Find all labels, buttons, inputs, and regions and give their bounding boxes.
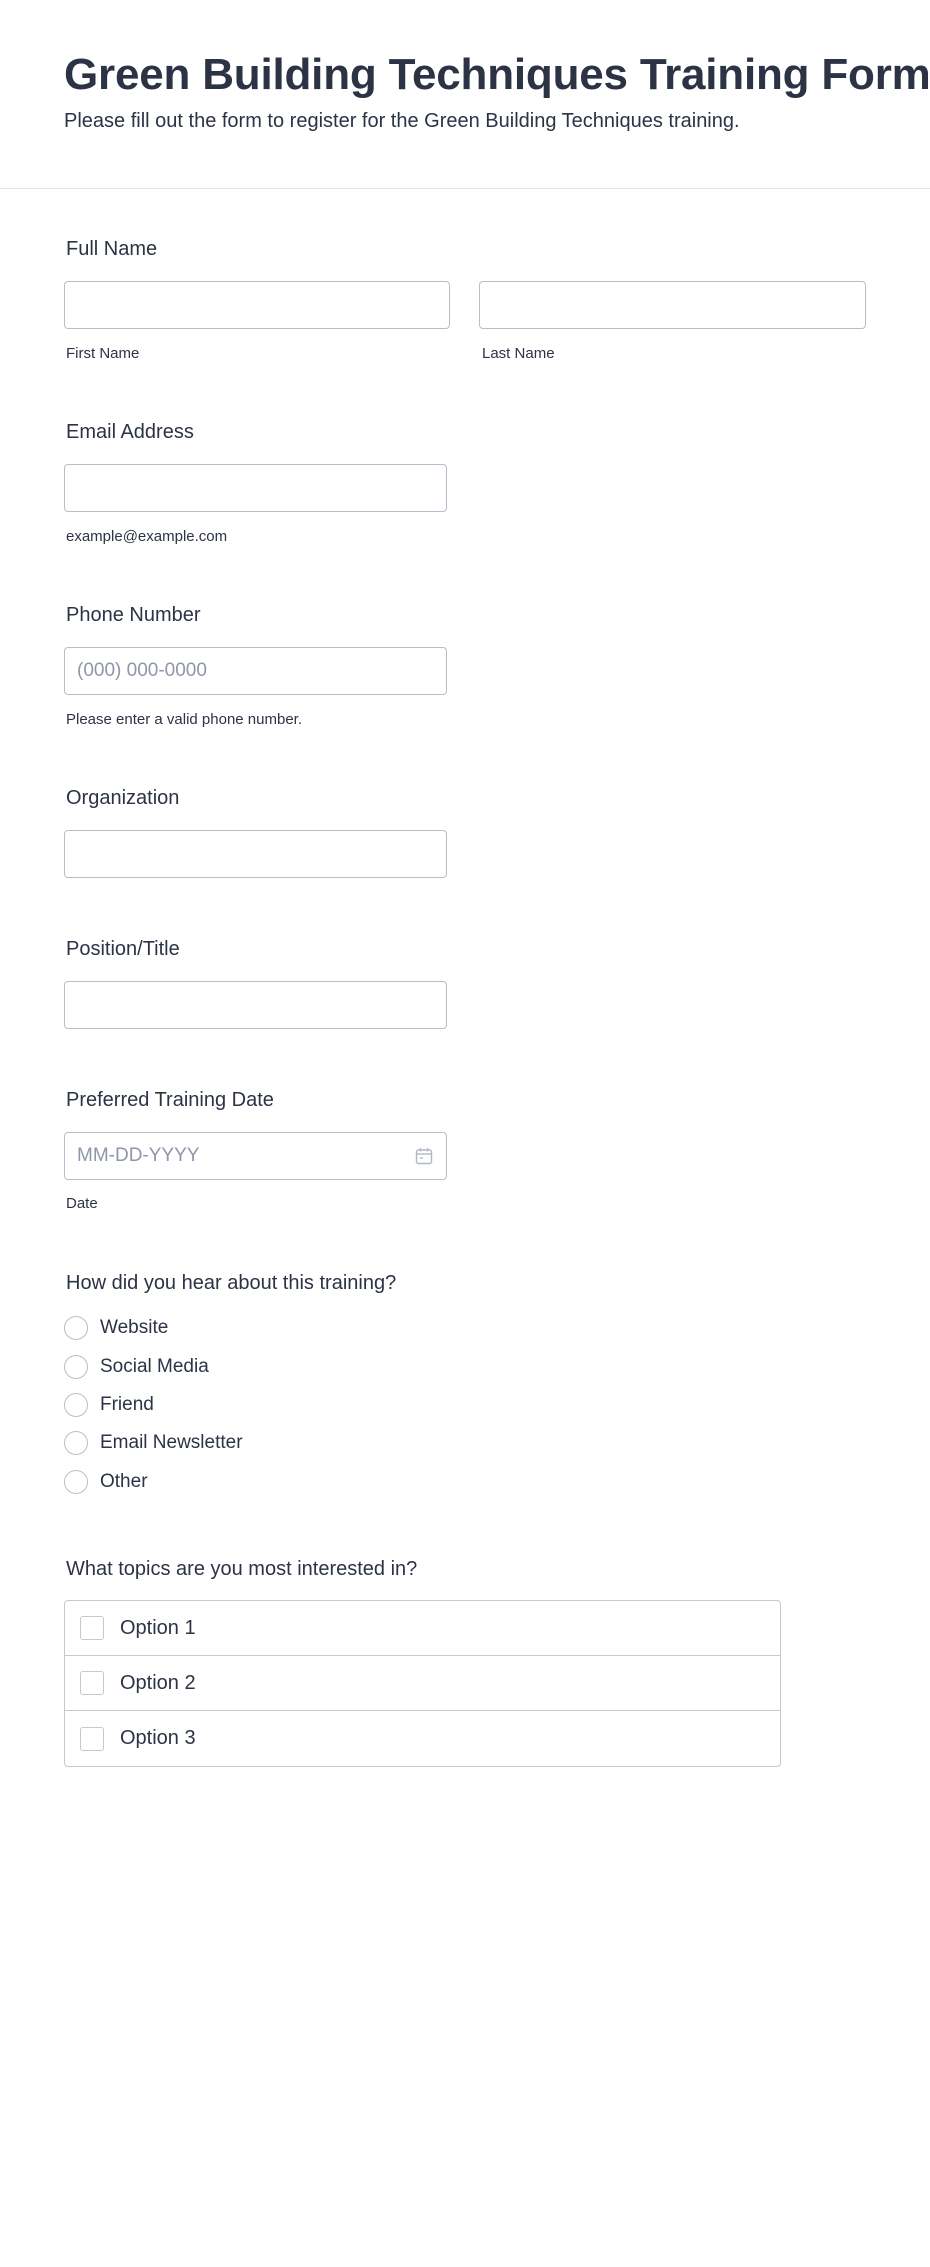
form-subtitle: Please fill out the form to register for…	[64, 110, 740, 132]
checkbox-label: Option 2	[120, 1671, 196, 1694]
email-label: Email Address	[66, 421, 194, 443]
checkbox-option-2[interactable]: Option 2	[65, 1656, 780, 1711]
checkbox-option-1[interactable]: Option 1	[65, 1601, 780, 1656]
radio-button[interactable]	[64, 1316, 88, 1340]
full-name-label: Full Name	[66, 238, 158, 260]
email-sublabel: example@example.com	[66, 528, 228, 545]
radio-label: Social Media	[100, 1356, 209, 1377]
calendar-icon[interactable]	[415, 1147, 433, 1165]
radio-button[interactable]	[64, 1355, 88, 1379]
form-title: Green Building Techniques Training Form	[64, 50, 930, 99]
checkbox-label: Option 3	[120, 1727, 196, 1749]
first-name-input[interactable]	[64, 281, 450, 329]
hear-about-label: How did you hear about this training?	[66, 1272, 397, 1294]
radio-option-other[interactable]: Other	[64, 1468, 148, 1496]
radio-label: Friend	[100, 1394, 154, 1415]
radio-label: Email Newsletter	[100, 1432, 243, 1453]
email-field[interactable]	[64, 464, 447, 512]
checkbox-label: Option 1	[120, 1616, 196, 1639]
radio-button[interactable]	[64, 1393, 88, 1417]
last-name-sublabel: Last Name	[482, 345, 555, 362]
phone-field[interactable]	[64, 647, 447, 695]
radio-button[interactable]	[64, 1470, 88, 1494]
checkbox[interactable]	[80, 1616, 104, 1640]
phone-label: Phone Number	[66, 604, 201, 626]
radio-option-friend[interactable]: Friend	[64, 1391, 154, 1419]
radio-option-website[interactable]: Website	[64, 1314, 168, 1342]
organization-field[interactable]	[64, 830, 447, 878]
radio-button[interactable]	[64, 1431, 88, 1455]
radio-label: Other	[100, 1471, 148, 1492]
first-name-sublabel: First Name	[66, 345, 140, 362]
position-field[interactable]	[64, 981, 447, 1029]
checkbox[interactable]	[80, 1726, 104, 1751]
organization-label: Organization	[66, 787, 180, 809]
form-header: Green Building Techniques Training Form …	[0, 0, 930, 189]
training-date-label: Preferred Training Date	[66, 1089, 274, 1111]
position-label: Position/Title	[66, 938, 180, 960]
radio-option-social-media[interactable]: Social Media	[64, 1353, 209, 1381]
radio-label: Website	[100, 1317, 169, 1338]
phone-sublabel: Please enter a valid phone number.	[66, 711, 302, 728]
training-date-field[interactable]	[64, 1132, 447, 1180]
last-name-input[interactable]	[479, 281, 866, 329]
topics-label: What topics are you most interested in?	[66, 1558, 418, 1580]
checkbox[interactable]	[80, 1671, 104, 1695]
training-date-sublabel: Date	[66, 1195, 98, 1212]
checkbox-option-3[interactable]: Option 3	[65, 1711, 780, 1766]
topics-checkbox-group: Option 1 Option 2 Option 3	[64, 1600, 781, 1767]
radio-option-email-newsletter[interactable]: Email Newsletter	[64, 1429, 243, 1457]
